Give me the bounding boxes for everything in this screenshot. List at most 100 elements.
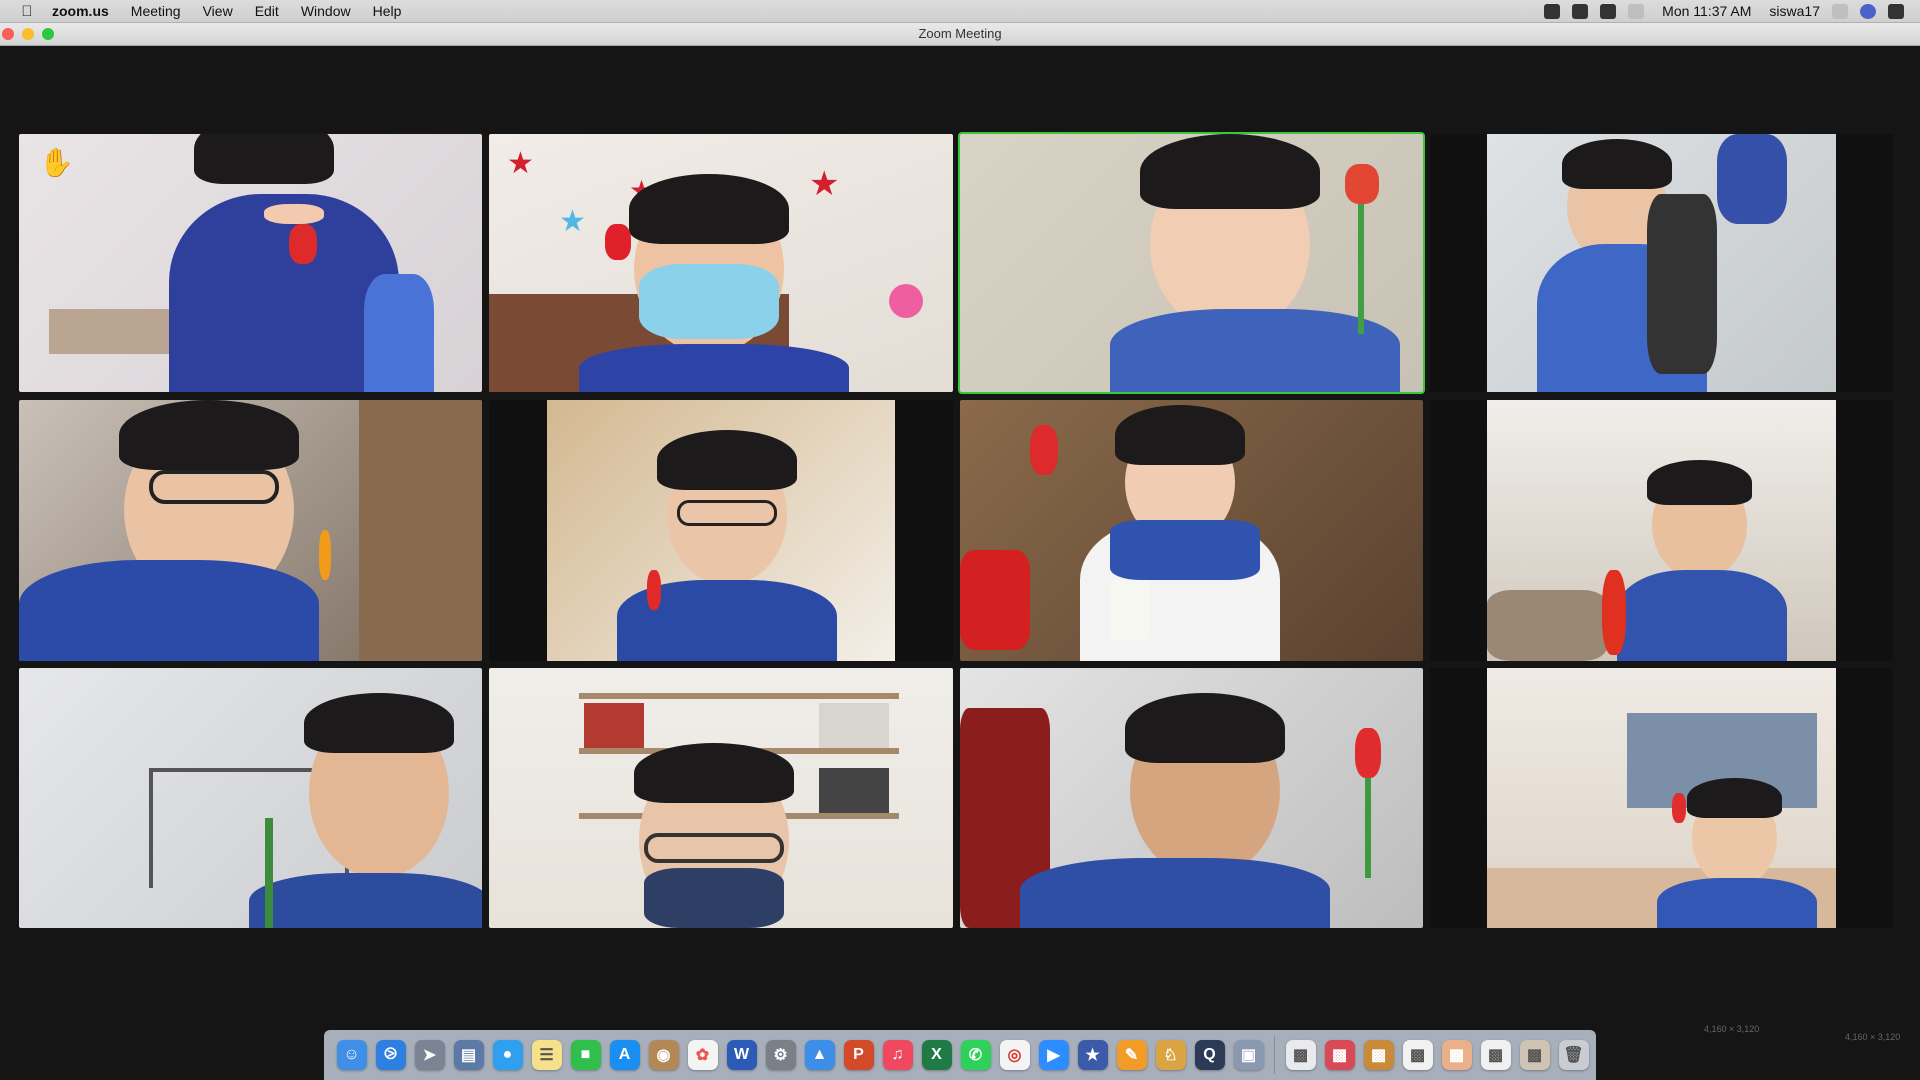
- wifi-icon[interactable]: [1628, 3, 1645, 19]
- participant-hands: [264, 204, 324, 224]
- image-size-label: 4,160 × 3,120: [1845, 1032, 1901, 1042]
- launchpad-icon[interactable]: ➤: [414, 1040, 445, 1070]
- preview-icon[interactable]: ▤: [453, 1040, 484, 1070]
- app-store-icon[interactable]: A: [609, 1040, 640, 1070]
- quicktime-icon[interactable]: Q: [1194, 1040, 1225, 1070]
- books: [819, 768, 889, 813]
- window-thumb-5[interactable]: ▩: [1441, 1040, 1472, 1070]
- image-capture-icon[interactable]: ▣: [1233, 1040, 1264, 1070]
- participant-hair: [119, 400, 299, 470]
- participant-hair: [1562, 139, 1672, 189]
- participant-uniform: [1617, 570, 1787, 661]
- sofa: [1487, 590, 1607, 661]
- books: [584, 703, 644, 748]
- window-thumb-3[interactable]: ▩: [1363, 1040, 1394, 1070]
- contacts-icon[interactable]: ◉: [648, 1040, 679, 1070]
- paper-flower: [1355, 728, 1381, 778]
- participant-hair: [1140, 134, 1320, 209]
- bookshelf: [579, 693, 899, 699]
- video-tile-6[interactable]: [489, 400, 953, 661]
- star-decoration: ★: [559, 205, 586, 238]
- menu-meeting[interactable]: Meeting: [131, 3, 181, 19]
- video-tile-10[interactable]: [489, 668, 953, 928]
- participant-uniform: [1020, 858, 1330, 928]
- video-tile-12[interactable]: [1430, 668, 1893, 928]
- window-thumb-7[interactable]: ▩: [1519, 1040, 1550, 1070]
- flower-stem: [1365, 778, 1371, 878]
- minimize-window-button[interactable]: [22, 28, 34, 40]
- photos-icon[interactable]: ✿: [687, 1040, 718, 1070]
- excel-icon[interactable]: X: [921, 1040, 952, 1070]
- zoom-window-button[interactable]: [42, 28, 54, 40]
- menubar-user[interactable]: siswa17: [1769, 3, 1820, 19]
- menu-app-name[interactable]: zoom.us: [52, 3, 109, 19]
- safari-icon[interactable]: ⧁: [375, 1040, 406, 1070]
- notes-icon[interactable]: ☰: [531, 1040, 562, 1070]
- menu-window[interactable]: Window: [301, 3, 351, 19]
- window-thumb-4[interactable]: ▩: [1402, 1040, 1433, 1070]
- window-thumb-6[interactable]: ▩: [1480, 1040, 1511, 1070]
- menu-bar:  zoom.us Meeting View Edit Window Help …: [0, 0, 1920, 23]
- eyeglasses: [644, 833, 784, 863]
- dock: ☺ ⧁ ➤ ▤ ● ☰ ■ A ◉ ✿ W ⚙ ▲ P ♫ X ✆ ◎ ▶ ★ …: [324, 1030, 1596, 1080]
- video-tile-2[interactable]: ★ ★ ★ ★: [489, 134, 953, 392]
- participant-hair: [629, 174, 789, 244]
- chrome-icon[interactable]: ◎: [999, 1040, 1030, 1070]
- paper-flower: [289, 224, 317, 264]
- pen-status-icon[interactable]: [1572, 3, 1589, 19]
- telescope-icon[interactable]: ★: [1077, 1040, 1108, 1070]
- music-icon[interactable]: ♫: [882, 1040, 913, 1070]
- video-tile-11[interactable]: [960, 668, 1423, 928]
- paper-flower: [1602, 570, 1626, 655]
- whatsapp-icon[interactable]: ✆: [960, 1040, 991, 1070]
- messages-icon[interactable]: ●: [492, 1040, 523, 1070]
- paper-flower: [605, 224, 631, 260]
- wooden-door: [359, 400, 482, 661]
- keynote-icon[interactable]: ▲: [804, 1040, 835, 1070]
- window-thumb-2[interactable]: ▩: [1324, 1040, 1355, 1070]
- system-preferences-icon[interactable]: ⚙: [765, 1040, 796, 1070]
- lion-icon[interactable]: ♘: [1155, 1040, 1186, 1070]
- pages-icon[interactable]: ✎: [1116, 1040, 1147, 1070]
- spotlight-icon[interactable]: [1832, 3, 1848, 19]
- star-decoration: ★: [507, 147, 534, 180]
- siri-icon[interactable]: [1860, 3, 1876, 19]
- paper-flower: [1345, 164, 1379, 204]
- video-tile-3-active-speaker[interactable]: [958, 132, 1425, 394]
- zoom-status-icon[interactable]: [1544, 3, 1561, 19]
- apple-icon[interactable]: : [18, 3, 36, 20]
- word-icon[interactable]: W: [726, 1040, 757, 1070]
- paper-flower: [1030, 425, 1058, 475]
- text-status-icon[interactable]: [1600, 3, 1617, 19]
- menu-edit[interactable]: Edit: [255, 3, 279, 19]
- eyeglasses: [149, 470, 279, 504]
- menu-help[interactable]: Help: [373, 3, 402, 19]
- participant-hair: [1115, 405, 1245, 465]
- window-title: Zoom Meeting: [918, 26, 1002, 41]
- paper-flower: [1672, 793, 1686, 823]
- menubar-clock[interactable]: Mon 11:37 AM: [1662, 3, 1751, 19]
- menu-view[interactable]: View: [203, 3, 233, 19]
- participant-hair: [1125, 693, 1285, 763]
- window-title-bar: Zoom Meeting: [0, 23, 1920, 46]
- trash-icon[interactable]: 🗑: [1558, 1040, 1589, 1070]
- uniform-collar: [1110, 520, 1260, 580]
- participant-uniform: [19, 560, 319, 661]
- paper-flower: [319, 530, 331, 580]
- window-thumb-1[interactable]: ▩: [1285, 1040, 1316, 1070]
- video-tile-7[interactable]: [960, 400, 1423, 661]
- video-tile-9[interactable]: [19, 668, 482, 928]
- notification-center-icon[interactable]: [1888, 3, 1904, 19]
- video-tile-1[interactable]: ✋: [19, 134, 482, 392]
- flower-stem: [1358, 204, 1364, 334]
- powerpoint-icon[interactable]: P: [843, 1040, 874, 1070]
- zoom-icon[interactable]: ▶: [1038, 1040, 1069, 1070]
- close-window-button[interactable]: [2, 28, 14, 40]
- eyeglasses: [677, 500, 777, 526]
- facetime-icon[interactable]: ■: [570, 1040, 601, 1070]
- video-tile-5[interactable]: [19, 400, 482, 661]
- video-tile-8[interactable]: [1430, 400, 1893, 661]
- participant-hair: [1647, 460, 1752, 505]
- finder-icon[interactable]: ☺: [336, 1040, 367, 1070]
- video-tile-4[interactable]: [1430, 134, 1893, 392]
